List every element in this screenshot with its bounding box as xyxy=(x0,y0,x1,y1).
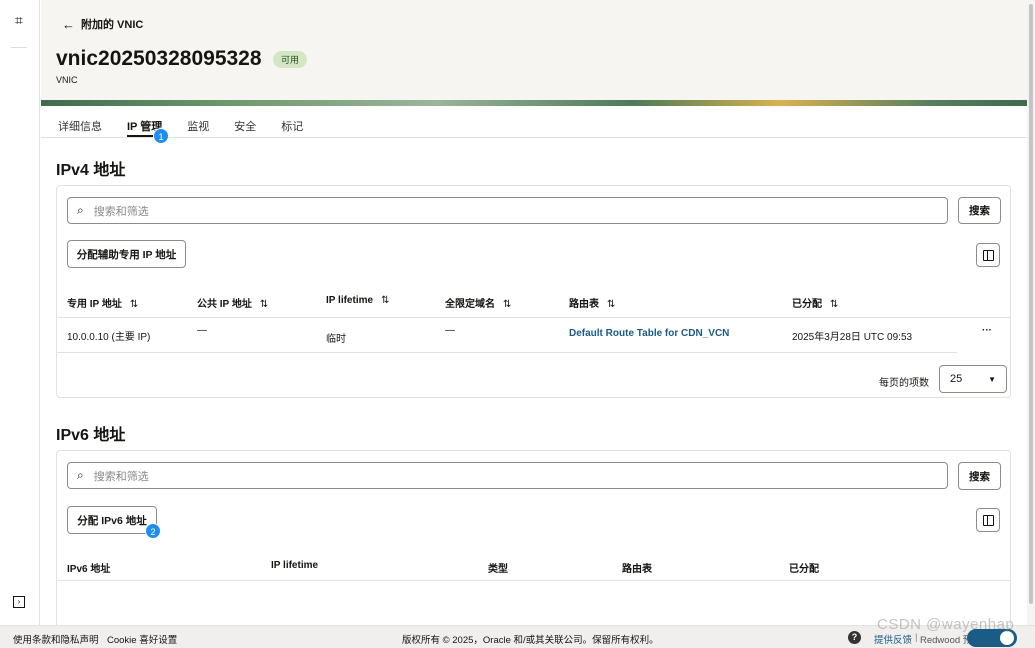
column-header-assigned[interactable]: 已分配 ⇅ xyxy=(792,295,838,310)
ipv6-section-title: IPv6 地址 xyxy=(56,427,126,444)
sort-icon: ⇅ xyxy=(830,299,839,310)
sort-icon: ⇅ xyxy=(381,295,390,306)
cookie-settings-link[interactable]: Cookie 喜好设置 xyxy=(107,632,177,646)
arrow-left-icon: ← xyxy=(62,16,75,32)
ipv4-search-input[interactable]: ⌕ 搜索和筛选 xyxy=(67,197,948,224)
column-settings-button[interactable] xyxy=(976,243,1000,267)
per-page-label: 每页的项数 xyxy=(879,378,929,389)
ipv4-card: ⌕ 搜索和筛选 搜索 分配辅助专用 IP 地址 专用 IP 地址 ⇅ 公共 IP 地… xyxy=(56,185,1011,398)
page-title: vnic20250328095328 xyxy=(56,47,262,70)
assign-secondary-ip-button[interactable]: 分配辅助专用 IP 地址 xyxy=(67,240,186,268)
assign-ipv6-button[interactable]: 分配 IPv6 地址 xyxy=(67,506,157,534)
scrollbar[interactable] xyxy=(1027,0,1035,625)
tab-bar: 详细信息 IP 管理 监视 安全 标记 xyxy=(41,106,1027,138)
back-label: 附加的 VNIC xyxy=(81,19,144,31)
cell-lifetime: 临时 xyxy=(326,334,346,345)
column-header-private-ip[interactable]: 专用 IP 地址 ⇅ xyxy=(67,295,138,310)
route-table-link[interactable]: Default Route Table for CDN_VCN xyxy=(569,328,729,339)
feedback-link[interactable]: 提供反馈 xyxy=(874,632,912,646)
copyright-text: 版权所有 © 2025，Oracle 和/或其关联公司。保留所有权利。 xyxy=(402,635,659,646)
tab-security[interactable]: 安全 xyxy=(234,106,256,137)
chevron-down-icon: ▼ xyxy=(988,374,996,384)
columns-icon xyxy=(982,249,994,261)
annotation-marker-1: 1 xyxy=(153,128,169,144)
search-icon: ⌕ xyxy=(77,203,84,217)
divider xyxy=(57,317,1010,318)
divider xyxy=(11,47,27,48)
column-settings-button[interactable] xyxy=(976,508,1000,532)
per-page-value: 25 xyxy=(950,373,963,385)
tab-details[interactable]: 详细信息 xyxy=(58,106,102,137)
annotation-marker-2: 2 xyxy=(145,523,161,539)
help-icon[interactable]: ? xyxy=(848,631,861,644)
ipv6-card: ⌕ 搜索和筛选 搜索 分配 IPv6 地址 IPv6 地址 IP lifetime… xyxy=(56,450,1011,630)
left-rail: ⌗ › xyxy=(0,0,40,625)
watermark: CSDN @wayenhap xyxy=(877,616,1015,633)
separator: | xyxy=(915,632,918,643)
column-header-route-table[interactable]: 路由表 ⇅ xyxy=(569,295,615,310)
ipv4-section-title: IPv4 地址 xyxy=(56,162,126,179)
tab-monitoring[interactable]: 监视 xyxy=(187,106,209,137)
divider xyxy=(57,352,957,353)
tab-tags[interactable]: 标记 xyxy=(281,106,303,137)
row-actions-menu[interactable]: ··· xyxy=(982,325,992,336)
divider xyxy=(57,580,1010,581)
sort-icon: ⇅ xyxy=(607,299,616,310)
back-link[interactable]: ← 附加的 VNIC xyxy=(62,16,143,32)
column-header-assigned[interactable]: 已分配 xyxy=(789,560,819,575)
column-header-ip-lifetime[interactable]: IP lifetime xyxy=(271,560,318,571)
chip-icon[interactable]: ⌗ xyxy=(11,12,27,28)
search-placeholder: 搜索和筛选 xyxy=(93,470,149,483)
cell-assigned: 2025年3月28日 UTC 09:53 xyxy=(792,332,913,343)
sort-icon: ⇅ xyxy=(129,299,139,310)
search-icon: ⌕ xyxy=(77,468,84,482)
columns-icon xyxy=(982,514,994,526)
cell-fqdn: — xyxy=(445,325,455,336)
column-header-public-ip[interactable]: 公共 IP 地址 ⇅ xyxy=(197,295,268,310)
sort-icon: ⇅ xyxy=(503,299,512,310)
column-header-ip-lifetime[interactable]: IP lifetime ⇅ xyxy=(326,295,389,306)
ipv6-search-button[interactable]: 搜索 xyxy=(958,462,1001,490)
cell-public-ip: — xyxy=(197,325,207,336)
column-header-route-table[interactable]: 路由表 xyxy=(622,560,652,575)
column-header-fqdn[interactable]: 全限定域名 ⇅ xyxy=(445,295,511,310)
ipv6-search-input[interactable]: ⌕ 搜索和筛选 xyxy=(67,462,948,489)
expand-panel-icon[interactable]: › xyxy=(13,596,25,608)
page-subtitle: VNIC xyxy=(56,75,78,85)
search-placeholder: 搜索和筛选 xyxy=(93,205,149,218)
status-badge: 可用 xyxy=(273,51,308,68)
sort-icon: ⇅ xyxy=(259,299,269,310)
column-header-ipv6[interactable]: IPv6 地址 xyxy=(67,560,110,575)
ipv4-search-button[interactable]: 搜索 xyxy=(958,197,1001,224)
per-page-select[interactable]: 25 ▼ xyxy=(939,365,1007,393)
column-header-type[interactable]: 类型 xyxy=(488,560,508,575)
terms-link[interactable]: 使用条款和隐私声明 xyxy=(13,632,99,646)
cell-private-ip: 10.0.0.10 (主要 IP) xyxy=(67,332,151,343)
